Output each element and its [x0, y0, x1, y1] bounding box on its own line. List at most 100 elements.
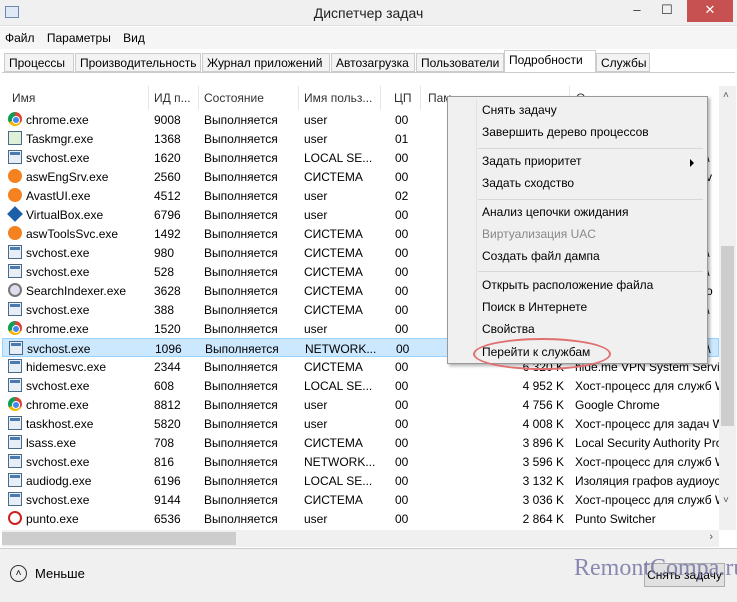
process-cpu: 00	[395, 360, 409, 374]
process-status: Выполняется	[204, 189, 278, 203]
process-memory: 3 896 K	[522, 436, 564, 450]
avast-process-icon	[8, 226, 22, 240]
menu-set-priority[interactable]: Задать приоритет	[482, 154, 581, 168]
column-cpu[interactable]: ЦП	[394, 91, 412, 105]
process-status: Выполняется	[204, 436, 278, 450]
process-status: Выполняется	[204, 512, 278, 526]
process-cpu: 00	[395, 474, 409, 488]
column-user[interactable]: Имя польз...	[304, 91, 372, 105]
table-row[interactable]: lsass.exe 708 Выполняется СИСТЕМА 00 3 8…	[2, 433, 719, 452]
table-row[interactable]: svchost.exe 816 Выполняется NETWORK... 0…	[2, 452, 719, 471]
process-pid: 9008	[154, 113, 181, 127]
process-user: user	[304, 113, 328, 127]
table-row[interactable]: audiodg.exe 6196 Выполняется LOCAL SE...…	[2, 471, 719, 490]
process-status: Выполняется	[204, 379, 278, 393]
process-name: chrome.exe	[26, 113, 89, 127]
column-pid[interactable]: ИД п...	[154, 91, 191, 105]
process-name: chrome.exe	[26, 398, 89, 412]
tab-startup[interactable]: Автозагрузка	[331, 53, 415, 72]
process-description: Хост-процесс для служб W	[575, 493, 719, 507]
fewer-details-button[interactable]: ˄ Меньше	[10, 565, 85, 582]
tab-processes[interactable]: Процессы	[4, 53, 74, 72]
chrome-process-icon	[8, 397, 22, 411]
svc-process-icon	[8, 245, 22, 259]
process-cpu: 00	[395, 512, 409, 526]
process-status: Выполняется	[204, 417, 278, 431]
tab-services[interactable]: Службы	[596, 53, 650, 72]
svc-process-icon	[8, 264, 22, 278]
svc-process-icon	[9, 341, 23, 355]
process-memory: 4 008 K	[522, 417, 564, 431]
process-pid: 6796	[154, 208, 181, 222]
process-status: Выполняется	[205, 342, 279, 356]
horizontal-scrollbar[interactable]: ›	[2, 530, 719, 547]
table-row[interactable]: punto.exe 6536 Выполняется user 00 2 864…	[2, 509, 719, 528]
menu-set-affinity[interactable]: Задать сходство	[482, 176, 574, 190]
process-name: aswEngSrv.exe	[26, 170, 109, 184]
menu-view[interactable]: Вид	[118, 27, 149, 45]
vertical-scrollbar[interactable]: ˄ ˅	[719, 86, 736, 530]
menu-open-file-location[interactable]: Открыть расположение файла	[482, 278, 653, 292]
process-name: svchost.exe	[26, 379, 90, 393]
process-user: user	[304, 132, 328, 146]
process-name: aswToolsSvc.exe	[26, 227, 119, 241]
process-pid: 608	[154, 379, 175, 393]
process-pid: 1620	[154, 151, 181, 165]
process-status: Выполняется	[204, 246, 278, 260]
process-cpu: 00	[395, 170, 409, 184]
highlight-ring	[473, 338, 611, 370]
menu-file[interactable]: Файл	[0, 27, 39, 45]
table-row[interactable]: chrome.exe 8812 Выполняется user 00 4 75…	[2, 395, 719, 414]
scroll-down-icon[interactable]: ˅	[723, 495, 729, 506]
process-name: svchost.exe	[26, 303, 90, 317]
table-row[interactable]: taskhost.exe 5820 Выполняется user 00 4 …	[2, 414, 719, 433]
minimize-button[interactable]: –	[622, 0, 652, 22]
process-name: lsass.exe	[26, 436, 77, 450]
punto-process-icon	[8, 511, 22, 525]
menu-properties[interactable]: Свойства	[482, 322, 535, 336]
column-name[interactable]: Имя	[12, 91, 35, 105]
menu-end-process-tree[interactable]: Завершить дерево процессов	[482, 125, 649, 139]
process-cpu: 00	[395, 455, 409, 469]
process-name: svchost.exe	[27, 342, 91, 356]
process-status: Выполняется	[204, 227, 278, 241]
process-description: Google Chrome	[575, 398, 660, 412]
tab-users[interactable]: Пользователи	[416, 53, 504, 72]
menu-analyze-wait-chain[interactable]: Анализ цепочки ожидания	[482, 205, 628, 219]
process-cpu: 00	[395, 113, 409, 127]
process-name: audiodg.exe	[26, 474, 92, 488]
scroll-up-icon[interactable]: ˄	[723, 90, 729, 101]
process-pid: 3628	[154, 284, 181, 298]
process-user: user	[304, 398, 328, 412]
process-cpu: 00	[395, 322, 409, 336]
tab-performance[interactable]: Производительность	[75, 53, 201, 72]
vertical-scroll-thumb[interactable]	[721, 246, 734, 426]
table-row[interactable]: svchost.exe 608 Выполняется LOCAL SE... …	[2, 376, 719, 395]
process-description: Punto Switcher	[575, 512, 656, 526]
table-row[interactable]: svchost.exe 9144 Выполняется СИСТЕМА 00 …	[2, 490, 719, 509]
menu-create-dump[interactable]: Создать файл дампа	[482, 249, 600, 263]
scroll-right-icon[interactable]: ›	[709, 531, 713, 543]
horizontal-scroll-thumb[interactable]	[2, 532, 236, 545]
close-button[interactable]: ✕	[687, 0, 733, 22]
menu-search-online[interactable]: Поиск в Интернете	[482, 300, 587, 314]
process-pid: 388	[154, 303, 175, 317]
process-user: СИСТЕМА	[304, 493, 363, 507]
tab-app-history[interactable]: Журнал приложений	[202, 53, 330, 72]
process-cpu: 00	[395, 208, 409, 222]
process-memory: 3 036 K	[522, 493, 564, 507]
process-status: Выполняется	[204, 265, 278, 279]
process-cpu: 00	[395, 417, 409, 431]
process-user: user	[304, 322, 328, 336]
process-status: Выполняется	[204, 170, 278, 184]
column-status[interactable]: Состояние	[204, 91, 264, 105]
process-pid: 708	[154, 436, 175, 450]
process-status: Выполняется	[204, 360, 278, 374]
process-status: Выполняется	[204, 208, 278, 222]
process-description: Хост-процесс для служб W	[575, 455, 719, 469]
menu-options[interactable]: Параметры	[42, 27, 115, 45]
maximize-button[interactable]: ☐	[652, 0, 682, 22]
menu-end-task[interactable]: Снять задачу	[482, 103, 557, 117]
tab-details[interactable]: Подробности	[504, 50, 596, 73]
process-cpu: 01	[395, 132, 409, 146]
